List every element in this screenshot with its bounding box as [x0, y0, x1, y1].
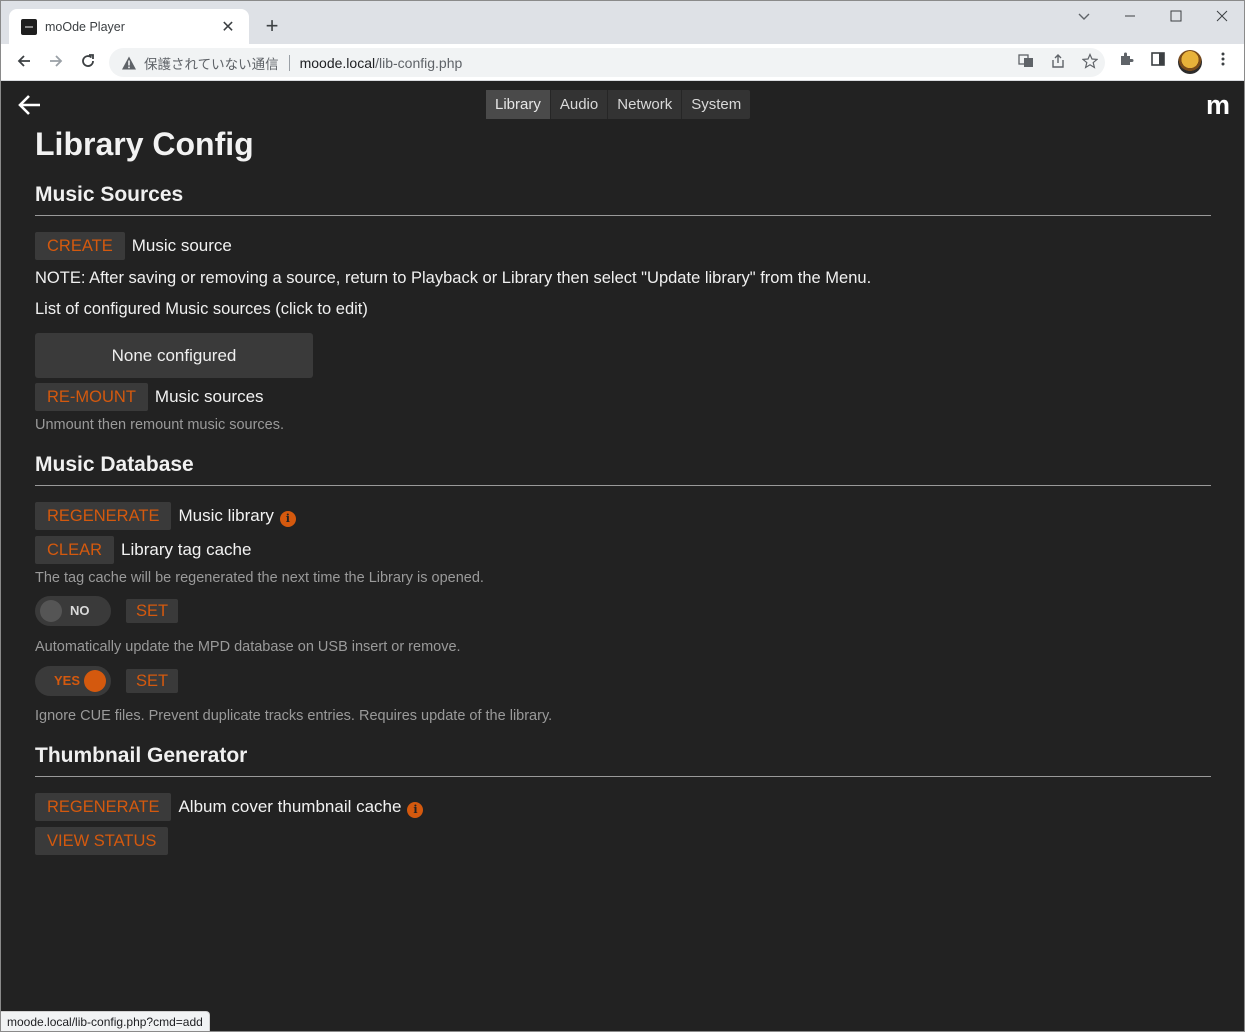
clear-cache-button[interactable]: CLEAR	[35, 536, 115, 564]
section-divider	[35, 776, 1211, 777]
usb-auto-update-help: Automatically update the MPD database on…	[35, 639, 461, 655]
link-status-bar: moode.local/lib-config.php?cmd=add	[1, 1011, 210, 1031]
extensions-icon[interactable]	[1113, 50, 1139, 76]
url-path: /lib-config.php	[375, 54, 463, 71]
window-close-icon[interactable]	[1207, 5, 1237, 29]
update-library-note: NOTE: After saving or removing a source,…	[35, 269, 872, 287]
moode-favicon-icon	[21, 18, 37, 35]
tab-title: moOde Player	[45, 19, 125, 34]
none-configured-item[interactable]: None configured	[35, 333, 313, 378]
warning-icon	[121, 55, 137, 71]
new-tab-button[interactable]: +	[259, 14, 285, 40]
info-icon[interactable]: i	[407, 802, 424, 818]
tab-library[interactable]: Library	[486, 90, 551, 119]
address-bar[interactable]: 保護されていない通信 moode.local/lib-config.php	[109, 48, 1105, 77]
moode-logo[interactable]: m	[1206, 90, 1230, 121]
remount-help: Unmount then remount music sources.	[35, 417, 285, 433]
forward-icon[interactable]	[43, 50, 69, 76]
tab-close-icon[interactable]: ✕	[219, 17, 237, 37]
clear-cache-label: Library tag cache	[121, 540, 252, 559]
remount-label: Music sources	[154, 387, 264, 406]
page-content: Library Audio Network System m Library C…	[1, 82, 1244, 1031]
share-icon[interactable]	[1049, 53, 1067, 73]
security-status[interactable]: 保護されていない通信	[144, 53, 279, 73]
create-source-label: Music source	[131, 236, 232, 255]
ignore-cue-toggle[interactable]: YES	[35, 666, 111, 696]
ignore-cue-set-button[interactable]: SET	[126, 669, 179, 693]
toggle-state-label: NO	[70, 603, 90, 618]
omnibox-divider	[288, 54, 290, 71]
regenerate-library-button[interactable]: REGENERATE	[35, 502, 172, 530]
browser-tab[interactable]: moOde Player ✕	[9, 9, 249, 44]
back-icon[interactable]	[11, 50, 37, 76]
regenerate-library-label: Music library	[178, 506, 274, 525]
regenerate-library-row: REGENERATE Music library i	[35, 502, 296, 530]
section-divider	[35, 215, 1211, 216]
section-heading-music-sources: Music Sources	[35, 183, 184, 206]
tab-search-icon[interactable]	[1069, 5, 1099, 29]
remount-button[interactable]: RE-MOUNT	[35, 383, 148, 411]
clear-cache-help: The tag cache will be regenerated the ne…	[35, 570, 484, 586]
browser-toolbar: 保護されていない通信 moode.local/lib-config.php	[1, 44, 1244, 81]
bookmark-star-icon[interactable]	[1081, 52, 1099, 73]
page-title: Library Config	[35, 126, 254, 162]
side-panel-icon[interactable]	[1145, 50, 1171, 76]
profile-avatar[interactable]	[1178, 50, 1202, 74]
usb-auto-update-toggle[interactable]: NO	[35, 596, 111, 626]
info-icon[interactable]: i	[279, 511, 296, 527]
usb-auto-update-set-button[interactable]: SET	[126, 599, 179, 623]
minimize-icon[interactable]	[1115, 5, 1145, 29]
tab-network[interactable]: Network	[608, 90, 683, 119]
clear-cache-row: CLEAR Library tag cache	[35, 536, 251, 564]
browser-menu-icon[interactable]	[1210, 50, 1236, 76]
url-host: moode.local	[299, 54, 376, 71]
back-arrow-icon[interactable]	[17, 92, 43, 118]
tab-audio[interactable]: Audio	[551, 90, 609, 119]
toggle-knob	[40, 600, 62, 622]
reload-icon[interactable]	[75, 50, 101, 76]
remount-row: RE-MOUNT Music sources	[35, 383, 264, 411]
tab-strip: moOde Player ✕ +	[1, 1, 1244, 44]
create-source-row: CREATE Music source	[35, 232, 232, 260]
usb-auto-update-row: NO SET	[35, 596, 179, 626]
section-heading-thumbnail: Thumbnail Generator	[35, 744, 248, 767]
ignore-cue-help: Ignore CUE files. Prevent duplicate trac…	[35, 708, 553, 724]
sources-list-label: List of configured Music sources (click …	[35, 300, 368, 318]
create-source-button[interactable]: CREATE	[35, 232, 125, 260]
section-divider	[35, 485, 1211, 486]
ignore-cue-row: YES SET	[35, 666, 179, 696]
view-status-row: VIEW STATUS	[35, 827, 169, 855]
view-status-button[interactable]: VIEW STATUS	[35, 827, 169, 855]
omnibox-actions	[1017, 48, 1099, 77]
maximize-icon[interactable]	[1161, 5, 1191, 29]
translate-icon[interactable]	[1017, 53, 1035, 73]
toggle-knob	[84, 670, 106, 692]
regenerate-thumbs-button[interactable]: REGENERATE	[35, 793, 172, 821]
config-nav-tabs: Library Audio Network System	[486, 90, 751, 119]
tab-system[interactable]: System	[682, 90, 750, 119]
browser-window: moOde Player ✕ + 保護されていない通信 moode.local …	[0, 0, 1245, 1032]
regenerate-thumbs-label: Album cover thumbnail cache	[178, 797, 402, 816]
toggle-state-label: YES	[54, 673, 81, 688]
section-heading-music-database: Music Database	[35, 453, 194, 476]
regenerate-thumbs-row: REGENERATE Album cover thumbnail cache i	[35, 793, 424, 821]
